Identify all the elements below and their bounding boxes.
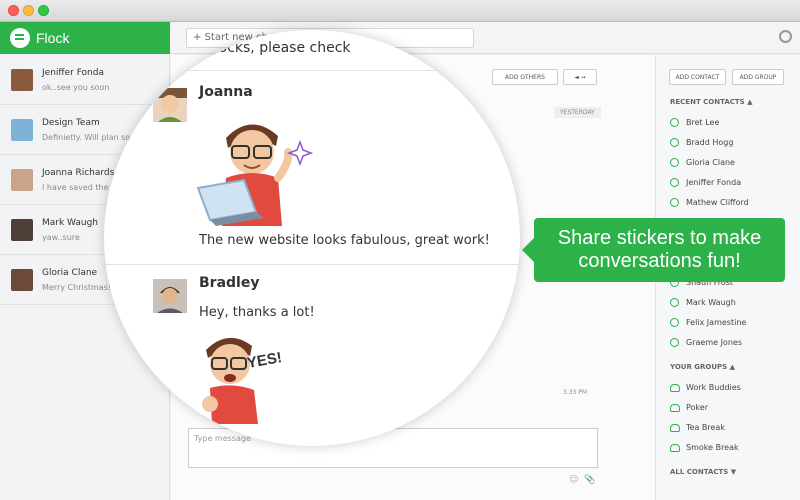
conversation-snippet: ok..see you soon <box>42 83 110 92</box>
chat-bubble-icon <box>670 118 679 127</box>
chevron-up-icon: ▲ <box>729 363 736 371</box>
avatar <box>153 279 187 313</box>
minimize-window-button[interactable] <box>23 5 34 16</box>
maximize-window-button[interactable] <box>38 5 49 16</box>
group-item[interactable]: Tea Break <box>670 423 725 432</box>
message-time: 3.33 PM <box>563 389 588 396</box>
add-group-button[interactable]: ADD GROUP <box>732 69 784 85</box>
magnified-chat-view: mocks, please check Joanna The new websi… <box>104 30 520 446</box>
group-icon <box>670 383 680 392</box>
message-text: mocks, please check <box>205 40 351 56</box>
contact-item[interactable]: Bradd Hogg <box>670 138 733 147</box>
contact-item[interactable]: Mathew Clifford <box>670 198 749 207</box>
conversation-name: Jeniffer Fonda <box>42 68 104 78</box>
emoji-icon[interactable]: ☺ <box>569 475 578 485</box>
laptop-sticker-icon <box>196 108 314 226</box>
group-item[interactable]: Smoke Break <box>670 443 739 452</box>
chat-bubble-icon <box>670 138 679 147</box>
add-contact-button[interactable]: ADD CONTACT <box>669 69 726 85</box>
your-groups-heading[interactable]: YOUR GROUPS ▲ <box>670 363 735 371</box>
contact-item[interactable]: Mark Waugh <box>670 298 736 307</box>
group-icon <box>670 443 680 452</box>
all-contacts-heading[interactable]: ALL CONTACTS ▼ <box>670 468 736 476</box>
avatar <box>11 219 33 241</box>
brand-name: Flock <box>36 30 70 46</box>
message-text: Hey, thanks a lot! <box>199 305 315 320</box>
contact-item[interactable]: Felix Jamestine <box>670 318 746 327</box>
message-text: The new website looks fabulous, great wo… <box>199 233 490 248</box>
avatar <box>153 88 187 122</box>
message-author: Joanna <box>199 84 253 100</box>
avatar <box>11 269 33 291</box>
contact-item[interactable]: Gloria Clane <box>670 158 735 167</box>
avatar <box>11 69 33 91</box>
volume-icon[interactable]: ◄ <box>574 74 579 81</box>
attachment-icon[interactable]: 📎 <box>584 475 595 485</box>
leave-icon[interactable]: ➞ <box>581 74 586 81</box>
conversation-snippet: yaw..sure <box>42 233 80 242</box>
divider <box>104 264 520 265</box>
compose-icons: ☺ 📎 <box>569 475 595 485</box>
conversation-name: Gloria Clane <box>42 268 98 278</box>
group-icon <box>670 403 680 412</box>
chat-bubble-icon <box>670 158 679 167</box>
gear-icon[interactable] <box>779 30 792 43</box>
group-icon <box>670 423 680 432</box>
group-avatar-icon <box>11 119 33 141</box>
contact-item[interactable]: Graeme Jones <box>670 338 742 347</box>
chat-bubble-icon <box>670 318 679 327</box>
conversation-name: Design Team <box>42 118 100 128</box>
add-others-button[interactable]: ADD OTHERS <box>492 69 558 85</box>
contact-item[interactable]: Bret Lee <box>670 118 719 127</box>
callout-line: conversations fun! <box>578 250 741 272</box>
yes-sticker-icon: YES! <box>196 328 296 424</box>
conversation-name: Joanna Richards <box>42 168 115 178</box>
divider <box>104 70 520 71</box>
group-item[interactable]: Poker <box>670 403 708 412</box>
conversation-item[interactable]: Jeniffer Fonda ok..see you soon <box>0 55 169 105</box>
avatar <box>11 169 33 191</box>
close-window-button[interactable] <box>8 5 19 16</box>
group-item[interactable]: Work Buddies <box>670 383 741 392</box>
feature-callout: Share stickers to make conversations fun… <box>522 218 785 282</box>
chevron-up-icon: ▲ <box>747 98 753 106</box>
date-separator: YESTERDAY <box>554 107 601 118</box>
call-controls[interactable]: ◄ ➞ <box>563 69 597 85</box>
chat-bubble-icon <box>670 298 679 307</box>
window-titlebar <box>0 0 800 22</box>
chevron-down-icon: ▼ <box>730 468 737 476</box>
chat-bubble-icon <box>670 338 679 347</box>
conversation-snippet: Merry Christmas! <box>42 283 112 292</box>
callout-line: Share stickers to make <box>557 227 762 249</box>
message-author: Bradley <box>199 275 260 291</box>
recent-contacts-heading[interactable]: RECENT CONTACTS ▲ <box>670 98 753 106</box>
contact-item[interactable]: Jeniffer Fonda <box>670 178 741 187</box>
conversation-name: Mark Waugh <box>42 218 99 228</box>
chat-bubble-icon <box>670 178 679 187</box>
flock-logo-icon <box>10 28 30 48</box>
brand: Flock <box>0 22 170 54</box>
chat-bubble-icon <box>670 198 679 207</box>
